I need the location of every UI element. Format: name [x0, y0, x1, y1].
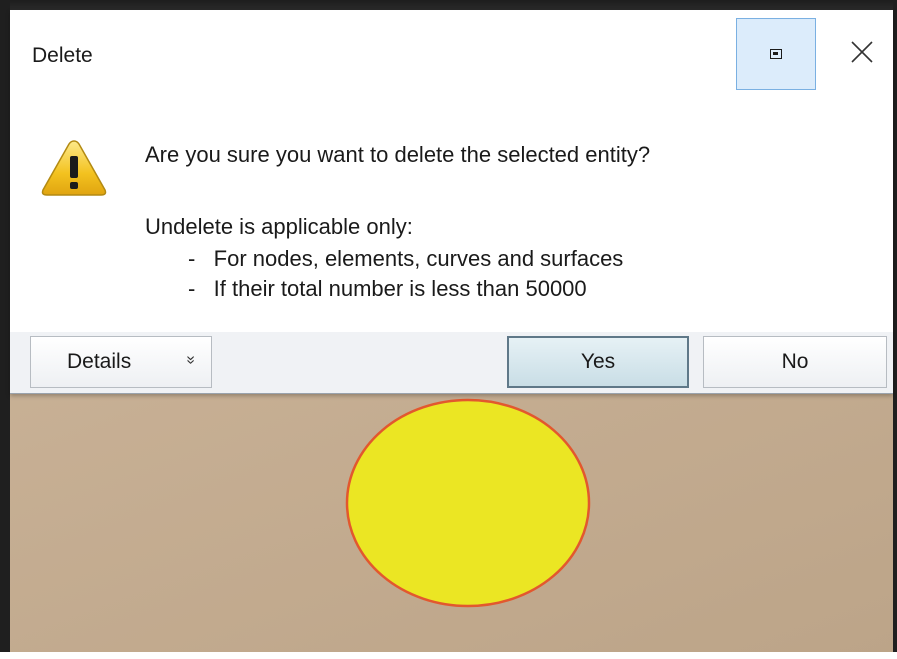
viewport-canvas	[345, 398, 591, 608]
yes-button[interactable]: Yes	[507, 336, 689, 388]
restore-window-icon	[770, 49, 782, 59]
undelete-note: Undelete is applicable only:	[145, 214, 413, 239]
screen: Delete Are you sure you want to delete t…	[0, 0, 897, 659]
right-border	[893, 0, 897, 659]
dialog-content: Are you sure you want to delete the sele…	[10, 92, 893, 332]
expand-chevron-icon: »	[182, 355, 200, 365]
undelete-condition-item: - If their total number is less than 500…	[188, 276, 587, 301]
graphics-viewport[interactable]	[10, 393, 893, 652]
dialog-title: Delete	[32, 44, 93, 67]
delete-dialog: Delete Are you sure you want to delete t…	[10, 10, 893, 394]
warning-triangle-icon	[41, 140, 107, 196]
close-button[interactable]	[840, 30, 884, 74]
bottom-border	[0, 652, 897, 659]
undelete-condition-item: - For nodes, elements, curves and surfac…	[188, 246, 624, 271]
restore-button[interactable]	[736, 18, 816, 90]
selected-entity-circle[interactable]	[345, 398, 591, 608]
close-icon	[851, 41, 873, 63]
details-button-label: Details	[67, 350, 132, 373]
details-button[interactable]: Details »	[30, 336, 212, 388]
no-button[interactable]: No	[703, 336, 887, 388]
dialog-titlebar[interactable]: Delete	[10, 10, 893, 92]
no-button-label: No	[781, 350, 809, 373]
left-border	[0, 0, 10, 659]
top-border	[0, 0, 897, 10]
dialog-button-bar: Details » Yes No	[10, 332, 893, 393]
yes-button-label: Yes	[580, 350, 616, 373]
confirmation-message: Are you sure you want to delete the sele…	[145, 142, 651, 167]
